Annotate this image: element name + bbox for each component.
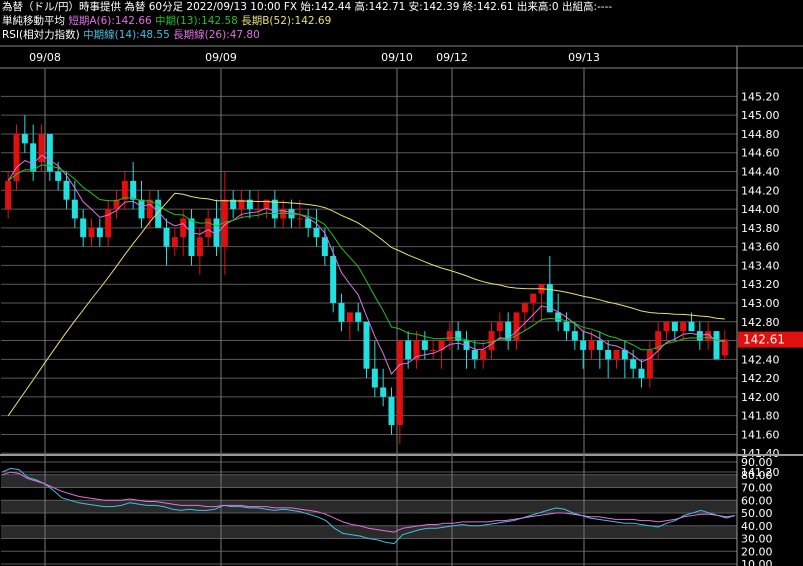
candle-body [296,218,303,220]
candle-body [521,302,528,313]
candle-body [563,321,570,332]
candle-body [138,199,145,219]
candle-body [255,209,262,211]
price-tick-label: 143.00 [741,297,780,310]
rsi-tick-label: 90.00 [741,456,773,469]
rsi-tick-label: 10.00 [741,558,773,566]
candle-body [405,340,412,360]
price-tick-label: 142.80 [741,316,780,329]
candle-body [130,180,137,200]
candle-body [638,368,645,379]
candle-body [571,331,578,341]
date-label: 09/10 [381,51,413,64]
candle-body [321,237,328,257]
candle-body [630,359,637,369]
price-tick-label: 141.60 [741,428,780,441]
candle-body [446,331,453,341]
rsi-tick-label: 60.00 [741,494,773,507]
rsi-tick-label: 40.00 [741,520,773,533]
candle-body [588,340,595,350]
candle-body [30,143,37,172]
candle-body [580,340,587,350]
candle-body [171,237,178,247]
price-tick-label: 143.60 [741,241,780,254]
candle-body [596,340,603,350]
candle-body [338,302,345,322]
candle-body [430,349,437,351]
candle-body [663,321,670,332]
rsi-tick-label: 70.00 [741,482,773,495]
candle-body [455,331,462,341]
candle-body [530,293,537,303]
date-label: 09/09 [205,51,237,64]
candle-body [121,180,128,200]
date-label: 09/13 [568,51,600,64]
candle-body [96,227,103,238]
rsi-tick-label: 50.00 [741,507,773,520]
rsi-tick-label: 20.00 [741,545,773,558]
date-label: 09/08 [29,51,61,64]
candle-body [188,218,195,257]
candle-body [180,218,187,238]
candle-body [488,331,495,350]
candle-body [605,349,612,360]
candle-body [380,387,387,397]
sma-long-line [7,192,725,416]
candle-body [480,349,487,360]
candle-body [330,256,337,303]
candle-body [371,368,378,388]
candle-body [71,199,78,219]
candle-body [363,321,370,369]
candle-body [5,180,12,210]
price-tick-label: 142.20 [741,372,780,385]
price-tick-label: 144.80 [741,128,780,141]
date-label: 09/12 [436,51,468,64]
candle-body [88,227,95,238]
candle-body [721,339,728,356]
candle-body [146,199,153,219]
candle-body [471,349,478,360]
candle-body [55,171,62,181]
candle-body [671,321,678,332]
candle-body [21,133,28,144]
price-tick-label: 141.80 [741,410,780,423]
candle-body [496,321,503,332]
candle-body [680,321,687,332]
rsi-band [1,474,737,488]
candle-body [196,237,203,257]
candle-body [80,218,87,238]
rsi-tick-label: 30.00 [741,533,773,546]
price-tick-label: 144.60 [741,147,780,160]
price-tick-label: 144.20 [741,184,780,197]
candle-body [313,227,320,238]
candle-body [105,209,112,238]
last-price-label: 142.61 [743,333,785,347]
candle-body [63,180,70,200]
candle-body [205,218,212,238]
price-tick-label: 144.40 [741,166,780,179]
price-tick-label: 145.20 [741,90,780,103]
price-tick-label: 142.40 [741,353,780,366]
candle-body [388,396,395,426]
candle-body [421,340,428,350]
candle-body [613,349,620,360]
price-tick-label: 145.00 [741,109,780,122]
price-tick-label: 143.40 [741,259,780,272]
candle-body [396,340,403,426]
price-tick-label: 142.00 [741,391,780,404]
price-tick-label: 143.80 [741,222,780,235]
candle-body [646,349,653,379]
rsi-band [1,525,737,539]
candle-body [163,227,170,247]
candle-body [346,312,353,322]
rsi-tick-label: 80.00 [741,469,773,482]
fx-chart[interactable]: 145.20 145.00 144.80 144.60 144.40 144.20 144.… [0,0,803,566]
candle-body [555,312,562,322]
candle-body [713,331,720,360]
price-tick-label: 143.20 [741,278,780,291]
candle-body [688,321,695,332]
candle-body [355,312,362,322]
price-tick-label: 144.00 [741,203,780,216]
